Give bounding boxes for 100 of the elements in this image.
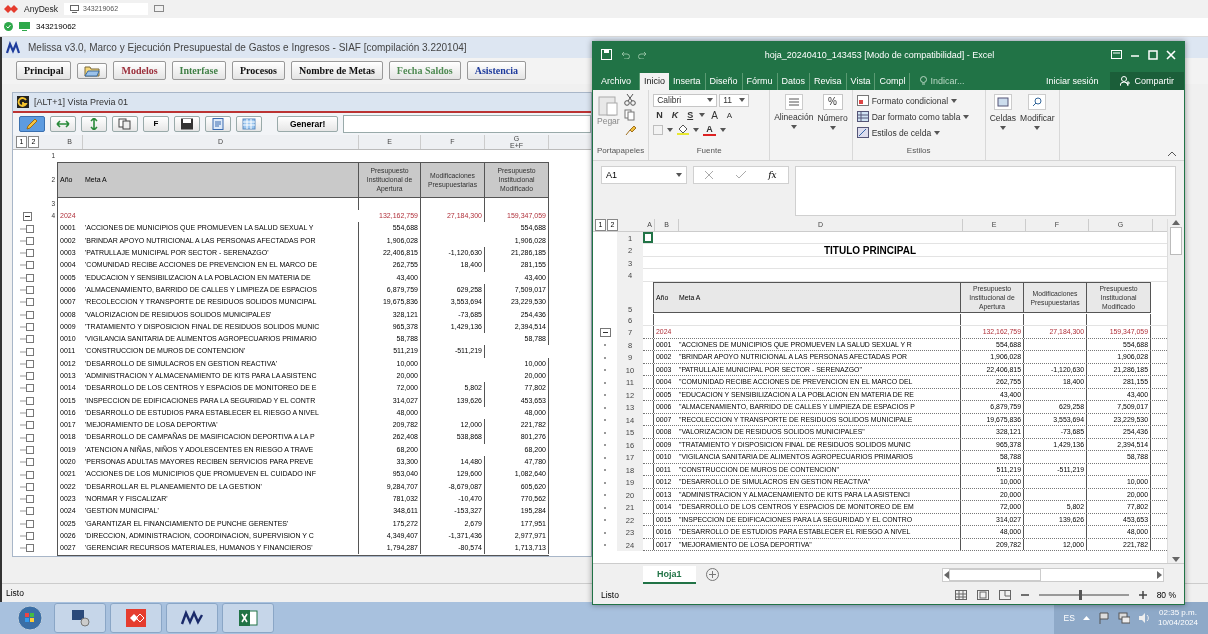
- ribbon-tab[interactable]: Compl: [875, 72, 911, 90]
- zoom-in-icon: [1138, 590, 1147, 599]
- caret-icon: [963, 114, 970, 119]
- scrollbar-thumb[interactable]: [1170, 226, 1182, 255]
- outline-node-icon: [20, 372, 34, 381]
- menu-button[interactable]: Asistencia: [466, 61, 527, 81]
- cell-styles-button[interactable]: Estilos de celda: [856, 125, 981, 140]
- menu-button[interactable]: Procesos: [231, 61, 285, 81]
- address-text: 343219062: [36, 22, 77, 32]
- outline-node-icon: [20, 532, 34, 540]
- outline-node-icon: [20, 495, 34, 504]
- monitor-icon: [154, 4, 165, 13]
- shrink-font-button[interactable]: A: [723, 110, 736, 120]
- ribbon-tab[interactable]: Inicio: [640, 72, 670, 90]
- font-button[interactable]: F: [143, 115, 169, 132]
- ribbon-tab[interactable]: Inserta: [669, 72, 706, 90]
- menu-button[interactable]: Fecha Saldos: [388, 61, 461, 81]
- save-button[interactable]: [174, 115, 200, 132]
- caret-icon: [699, 113, 706, 118]
- menu-button[interactable]: Interfase: [171, 61, 226, 81]
- page-layout-icon: [976, 589, 989, 600]
- ribbon-tab[interactable]: Fórmu: [742, 72, 778, 90]
- menu-button[interactable]: Nombre de Metas: [290, 61, 383, 81]
- window-title: Melissa v3.0, Marco y Ejecución Presupuestal de Gastos e Ingresos - SIAF [compilación 3.220104]: [28, 42, 467, 53]
- vertical-arrows-button[interactable]: [81, 115, 107, 132]
- grow-font-button[interactable]: A: [708, 109, 721, 121]
- volume-icon: [1137, 612, 1150, 624]
- lightbulb-icon: [920, 75, 928, 86]
- caret-icon: [1034, 125, 1041, 130]
- anydesk-logo-icon: [4, 3, 18, 14]
- tell-me-field[interactable]: Indicar...: [930, 75, 965, 86]
- taskbar-app-button[interactable]: [110, 603, 162, 633]
- caret-icon: [676, 172, 682, 177]
- formula-input[interactable]: [795, 165, 1176, 216]
- font-color-button[interactable]: A: [703, 123, 716, 136]
- clock-time: 02:35 p.m.: [1159, 607, 1197, 617]
- network-icon: [1117, 612, 1130, 624]
- zoom-slider-thumb[interactable]: [1079, 589, 1083, 600]
- taskbar-app-button[interactable]: [54, 603, 106, 633]
- sign-in-link[interactable]: Iniciar sesión: [1045, 75, 1111, 90]
- outline-node-icon: [20, 322, 34, 331]
- grid-button[interactable]: [236, 115, 262, 132]
- outline-node-icon: [20, 470, 34, 479]
- document-button[interactable]: [205, 115, 231, 132]
- scissors-icon: [623, 93, 636, 106]
- ribbon-tab[interactable]: Vista: [846, 72, 876, 90]
- caret-icon: [719, 127, 726, 132]
- name-box[interactable]: A1: [601, 165, 687, 184]
- alignment-button[interactable]: Alineación: [774, 93, 814, 122]
- caret-icon: [693, 127, 700, 132]
- format-table-button[interactable]: Dar formato como tabla: [856, 109, 981, 124]
- input-field[interactable]: [343, 114, 591, 133]
- redo-icon: [638, 50, 648, 59]
- sheet-tab[interactable]: Hoja1: [643, 565, 696, 584]
- ribbon-tab[interactable]: Datos: [777, 72, 811, 90]
- flag-icon: [1097, 612, 1110, 624]
- taskbar-app-button[interactable]: [222, 603, 274, 633]
- start-orb-icon: [17, 605, 43, 631]
- app-logo-icon: [180, 610, 204, 626]
- normal-view-icon: [954, 589, 967, 600]
- bold-button[interactable]: N: [653, 110, 666, 121]
- font-size-field[interactable]: 11: [719, 93, 750, 107]
- editing-button[interactable]: Modificar: [1020, 112, 1055, 123]
- share-button[interactable]: Compartir: [1110, 71, 1184, 90]
- horizontal-scrollbar[interactable]: [942, 567, 1164, 582]
- ribbon-tab[interactable]: Revisa: [810, 72, 847, 90]
- percent-button[interactable]: %: [822, 93, 843, 110]
- number-format-button[interactable]: Número: [817, 112, 848, 123]
- font-name-field[interactable]: Calibri: [653, 93, 718, 107]
- copy-button[interactable]: [112, 115, 138, 132]
- folder-icon: [84, 64, 101, 77]
- taskbar-app-button[interactable]: [166, 603, 218, 633]
- selected-cell[interactable]: [643, 232, 653, 244]
- collapse-icon: [22, 211, 32, 221]
- outline-node-icon: [20, 519, 34, 528]
- folder-button[interactable]: [77, 62, 108, 79]
- underline-button[interactable]: S: [684, 110, 697, 121]
- insert-function-button[interactable]: fx: [768, 169, 777, 180]
- menu-button[interactable]: Modelos: [113, 61, 166, 81]
- generate-button[interactable]: Generar!: [277, 115, 339, 132]
- horizontal-arrows-button[interactable]: [50, 115, 76, 132]
- copy-icon: [118, 117, 132, 130]
- italic-button[interactable]: K: [668, 110, 682, 121]
- ribbon-display-icon: [1111, 50, 1122, 60]
- cells-button[interactable]: Celdas: [989, 112, 1017, 123]
- page-break-icon: [998, 589, 1011, 600]
- app-name: AnyDesk: [24, 3, 58, 14]
- scrollbar-thumb[interactable]: [949, 568, 1041, 581]
- outline-node-icon: [20, 286, 34, 295]
- outline-node-icon: [20, 458, 34, 467]
- outline-node-icon: [20, 261, 34, 270]
- menu-button[interactable]: Principal: [16, 61, 72, 81]
- zoom-level[interactable]: 80 %: [1156, 589, 1176, 600]
- conditional-format-button[interactable]: Formato condicional: [856, 93, 981, 108]
- ribbon-tab[interactable]: Diseño: [705, 72, 743, 90]
- grid-icon: [242, 117, 256, 130]
- anydesk-logo-icon: [126, 609, 146, 627]
- caret-icon: [934, 130, 941, 135]
- app-logo-icon: [6, 40, 22, 55]
- pencil-button[interactable]: [19, 115, 45, 132]
